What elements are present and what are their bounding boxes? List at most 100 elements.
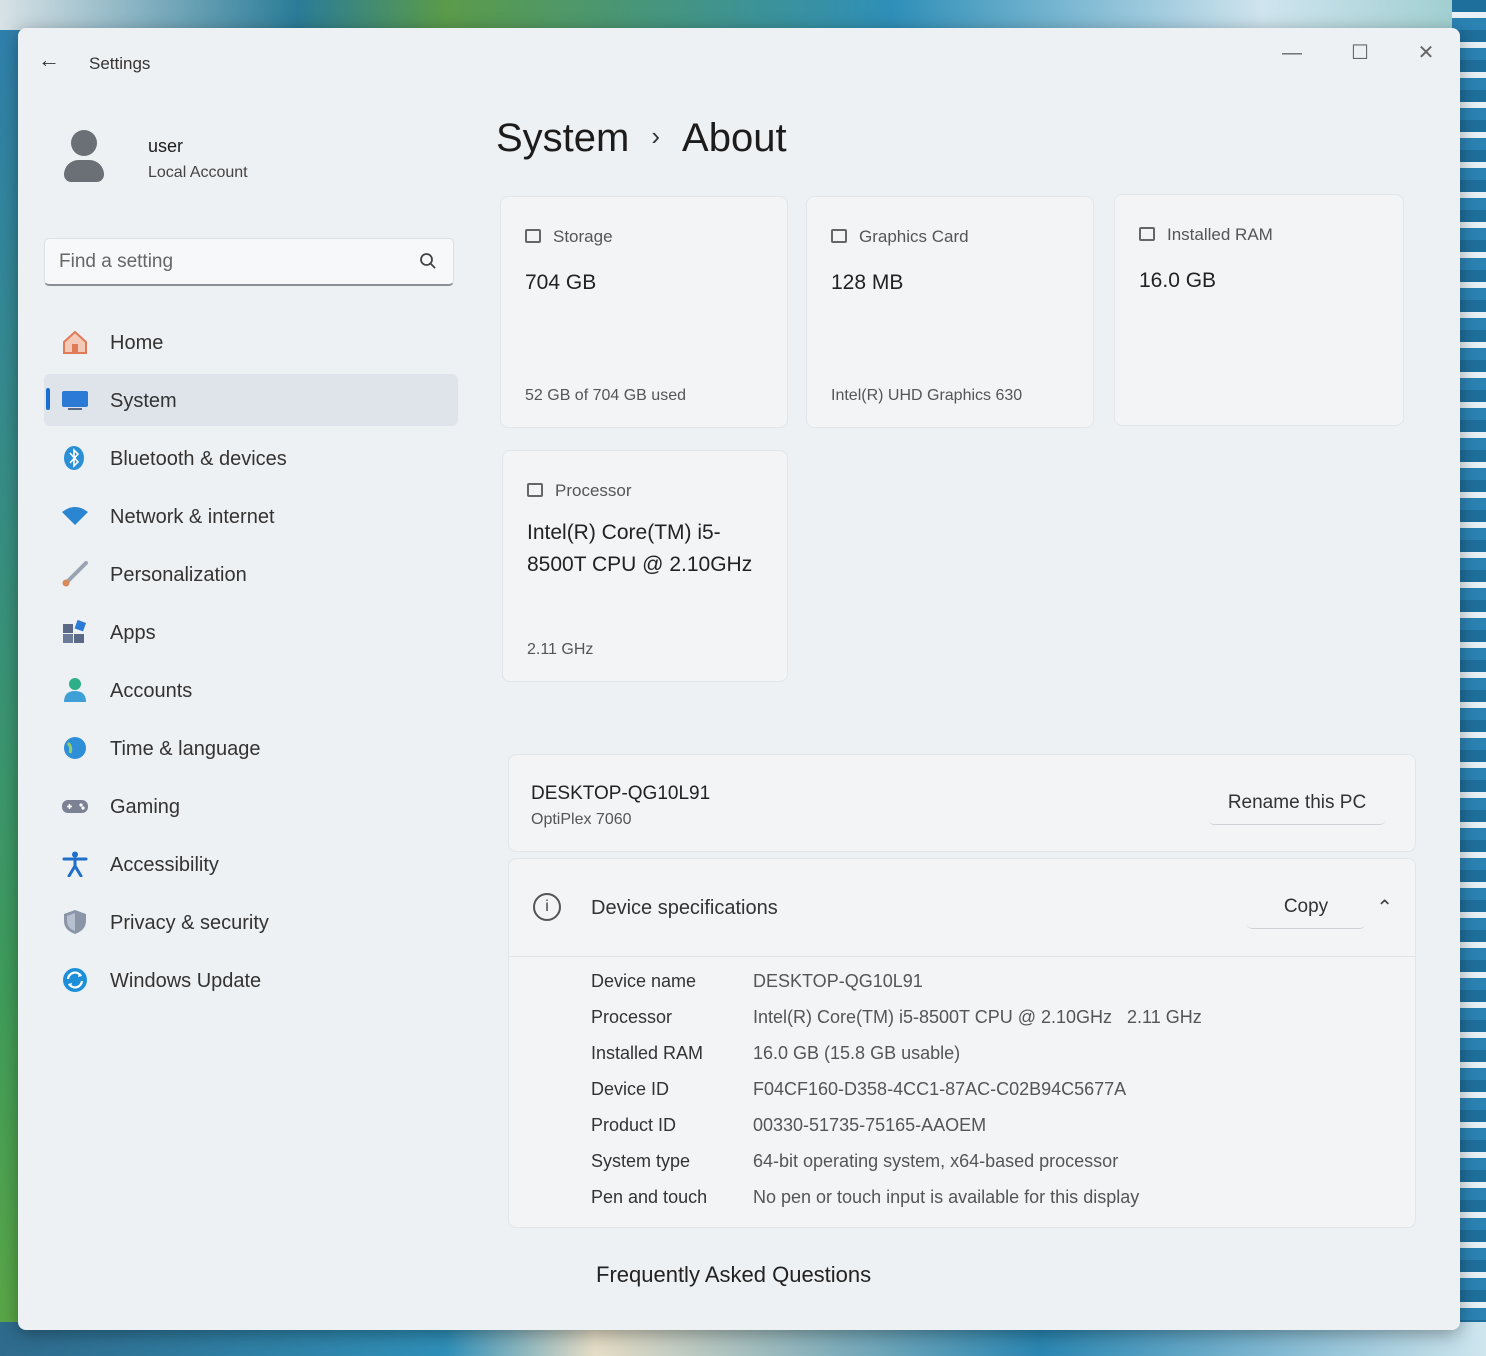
ram-card-title: Installed RAM [1167,225,1273,244]
sidebar-item-privacy-security[interactable]: Privacy & security [44,896,458,948]
sidebar-item-label: Home [110,332,164,354]
spec-value: Intel(R) Core(TM) i5-8500T CPU @ 2.10GHz… [753,1007,1202,1027]
sidebar-item-accessibility[interactable]: Accessibility [44,838,458,890]
spec-value: 00330-51735-75165-AAOEM [753,1115,987,1135]
update-icon [63,968,87,992]
back-arrow-icon[interactable]: ← [38,49,62,74]
rename-pc-button[interactable]: Rename this PC [1209,781,1385,825]
graphics-card-title: Graphics Card [859,227,969,246]
pc-model: OptiPlex 7060 [531,811,632,828]
device-specifications-title: Device specifications [591,897,778,919]
settings-window: ← Settings — ☐ ✕ user Local Account Home [18,28,1460,1330]
processor-card-title: Processor [555,481,632,500]
gamepad-icon [62,800,88,813]
apps-icon [63,619,87,643]
storage-icon [525,229,541,243]
ram-icon [1139,227,1155,241]
sidebar-item-label: Privacy & security [110,912,269,934]
graphics-card[interactable]: Graphics Card 128 MB Intel(R) UHD Graphi… [806,196,1094,428]
spec-label: Installed RAM [591,1043,704,1063]
sidebar-item-label: Accessibility [110,854,219,876]
close-icon[interactable]: ✕ [1396,38,1456,70]
sidebar-item-gaming[interactable]: Gaming [44,780,458,832]
sidebar-item-label: Personalization [110,564,247,586]
graphics-icon [831,229,847,243]
brush-icon [62,561,88,587]
sidebar-item-label: Bluetooth & devices [110,448,287,470]
sidebar-item-label: Windows Update [110,970,262,992]
processor-icon [527,483,543,497]
accounts-icon [64,678,86,702]
bluetooth-icon [64,446,84,470]
system-icon [62,391,88,410]
pc-name: DESKTOP-QG10L91 [531,783,711,804]
sidebar-item-windows-update[interactable]: Windows Update [44,954,458,1006]
info-icon: i [533,893,561,921]
storage-card[interactable]: Storage 704 GB 52 GB of 704 GB used [500,196,788,428]
ram-card[interactable]: Installed RAM 16.0 GB [1114,194,1404,426]
graphics-adapter-name: Intel(R) UHD Graphics 630 [831,387,1023,404]
globe-clock-icon [64,737,86,759]
sidebar-item-label: Accounts [110,680,193,702]
user-name: user [148,136,184,156]
breadcrumb: System › About [496,116,787,161]
shield-icon [64,910,86,934]
sidebar-item-apps[interactable]: Apps [44,606,458,658]
storage-card-header: Storage [525,227,613,247]
sidebar-item-personalization[interactable]: Personalization [44,548,458,600]
search-input[interactable] [59,249,399,275]
breadcrumb-parent[interactable]: System [496,116,629,160]
sidebar-item-label: System [110,390,177,412]
page-title: About [682,116,787,160]
search-icon[interactable] [419,252,437,270]
sidebar-item-network[interactable]: Network & internet [44,490,458,542]
storage-card-title: Storage [553,227,613,246]
device-specifications-card: i Device specifications Copy ⌃ Device na… [508,858,1416,1228]
search-box [44,238,454,286]
accessibility-icon [62,851,88,877]
graphics-card-header: Graphics Card [831,227,969,247]
app-title: Settings [89,54,151,73]
sidebar-item-label: Apps [110,622,156,644]
faq-heading: Frequently Asked Questions [596,1262,872,1287]
spec-label: Device name [591,971,697,991]
storage-usage: 52 GB of 704 GB used [525,387,686,404]
sidebar-item-time-language[interactable]: Time & language [44,722,458,774]
spec-value: No pen or touch input is available for t… [753,1187,1140,1207]
spec-label: Processor [591,1007,673,1027]
minimize-icon[interactable]: — [1262,38,1322,70]
spec-label: Product ID [591,1115,677,1135]
sidebar-item-bluetooth[interactable]: Bluetooth & devices [44,432,458,484]
maximize-icon[interactable]: ☐ [1330,38,1390,70]
copy-button[interactable]: Copy [1247,885,1365,929]
home-icon [63,330,87,354]
graphics-memory-value: 128 MB [831,271,904,294]
wifi-icon [62,507,88,525]
sidebar-item-label: Network & internet [110,506,275,528]
spec-value: 64-bit operating system, x64-based proce… [753,1151,1119,1171]
processor-card[interactable]: Processor Intel(R) Core(TM) i5-8500T CPU… [502,450,788,682]
chevron-up-icon[interactable]: ⌃ [1376,895,1393,920]
device-specifications-header[interactable]: i Device specifications Copy ⌃ [509,859,1415,957]
spec-label: Device ID [591,1079,670,1099]
sidebar-item-label: Gaming [110,796,181,818]
processor-card-header: Processor [527,481,632,501]
spec-value: F04CF160-D358-4CC1-87AC-C02B94C5677A [753,1079,1127,1099]
sidebar-item-accounts[interactable]: Accounts [44,664,458,716]
spec-label: Pen and touch [591,1187,708,1207]
processor-speed: 2.11 GHz [527,641,594,658]
account-type: Local Account [148,164,248,181]
avatar-icon [62,128,108,184]
sidebar-item-home[interactable]: Home [44,316,458,368]
processor-value: Intel(R) Core(TM) i5-8500T CPU @ 2.10GHz [527,521,753,576]
pc-name-card: DESKTOP-QG10L91 OptiPlex 7060 Rename thi… [508,754,1416,852]
title-bar: ← Settings — ☐ ✕ [18,28,1460,92]
spec-label: System type [591,1151,691,1171]
sidebar-nav: Home System Bluetooth & devices Network … [44,316,458,1012]
ram-card-header: Installed RAM [1139,225,1273,245]
sidebar-item-label: Time & language [110,738,261,760]
storage-value: 704 GB [525,271,597,294]
spec-value: DESKTOP-QG10L91 [753,971,923,991]
spec-value: 16.0 GB (15.8 GB usable) [753,1043,961,1063]
sidebar-item-system[interactable]: System [44,374,458,426]
